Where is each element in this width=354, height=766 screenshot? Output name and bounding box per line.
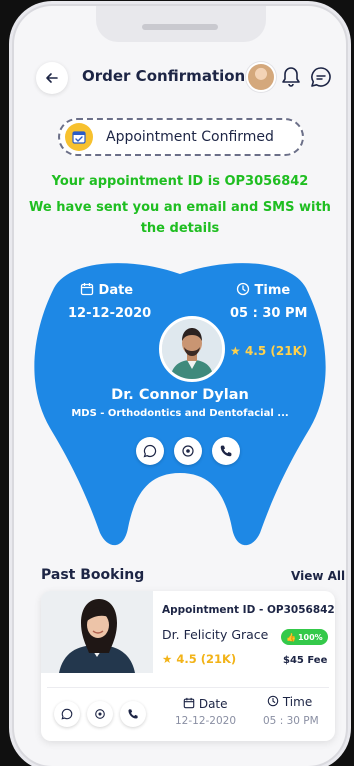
past-doctor-rating: ★ 4.5 (21K) <box>162 652 236 666</box>
doctor-name: Dr. Connor Dylan <box>111 387 249 403</box>
page-title: Order Confirmation <box>82 67 246 85</box>
chat-icon <box>61 708 73 720</box>
appointment-tooth-card <box>34 263 326 546</box>
star-icon: ★ <box>162 652 173 666</box>
calendar-icon <box>183 697 195 709</box>
past-message-button[interactable] <box>54 701 80 727</box>
doctor-rating-value: 4.5 (21K) <box>244 344 308 358</box>
clock-icon <box>236 282 250 296</box>
date-label: Date <box>98 283 134 298</box>
location-button[interactable] <box>174 437 202 465</box>
thumbs-up-icon: 👍 <box>286 632 296 642</box>
time-block: Time <box>236 282 290 298</box>
time-label: Time <box>254 283 291 298</box>
back-arrow-icon <box>46 73 58 83</box>
doctor-rating: ★ 4.5 (21K) <box>230 344 307 358</box>
past-date-value: 12-12-2020 <box>175 715 237 727</box>
past-time-label: Time <box>282 695 313 709</box>
verified-badge: 👍 100% <box>281 629 328 645</box>
phone-icon <box>220 445 232 457</box>
past-booking-card[interactable]: Appointment ID - OP3056842 Dr. Felicity … <box>41 591 335 741</box>
phone-frame: Order Confirmation Appointment Confirmed <box>14 6 346 766</box>
past-appointment-id: Appointment ID - OP3056842 <box>162 604 335 616</box>
time-value: 05 : 30 PM <box>230 306 308 321</box>
past-time-block: Time <box>267 695 312 709</box>
location-icon <box>182 445 194 457</box>
view-all-link[interactable]: View All <box>291 569 345 583</box>
date-value: 12-12-2020 <box>68 306 152 321</box>
notice-line-1: We have sent you an email and SMS with <box>29 200 331 215</box>
appointment-id-text: Your appointment ID is OP3056842 <box>51 174 309 189</box>
avatar[interactable] <box>248 64 274 90</box>
past-date-block: Date <box>183 697 228 711</box>
notification-button[interactable] <box>278 64 304 90</box>
date-block: Date <box>80 282 133 298</box>
appointment-confirmed-badge: Appointment Confirmed <box>58 118 304 156</box>
doctor-photo <box>159 316 225 382</box>
clock-icon <box>267 695 279 707</box>
past-call-button[interactable] <box>120 701 146 727</box>
calendar-check-icon <box>65 123 93 151</box>
phone-icon <box>128 709 138 719</box>
bell-icon <box>282 67 300 87</box>
past-doctor-name: Dr. Felicity Grace <box>162 627 269 642</box>
chat-button[interactable] <box>308 64 334 90</box>
past-doctor-rating-value: 4.5 (21K) <box>176 652 237 666</box>
doctor-specialty: MDS - Orthodontics and Dentofacial ... <box>71 408 289 419</box>
calendar-icon <box>80 283 94 296</box>
past-time-value: 05 : 30 PM <box>263 715 319 727</box>
consultation-fee: $45 Fee <box>283 655 328 666</box>
back-button[interactable] <box>36 62 68 94</box>
message-doctor-button[interactable] <box>136 437 164 465</box>
past-date-label: Date <box>198 697 228 711</box>
location-icon <box>95 709 105 719</box>
doctor-photo <box>41 591 153 673</box>
past-location-button[interactable] <box>87 701 113 727</box>
notice-line-2: the details <box>140 221 220 236</box>
chat-icon <box>143 444 157 458</box>
chat-icon <box>311 67 331 87</box>
divider <box>47 687 329 688</box>
confirmation-title: Appointment Confirmed <box>106 129 274 145</box>
verified-badge-value: 100% <box>297 632 323 642</box>
star-icon: ★ <box>230 344 241 358</box>
app-header: Order Confirmation <box>14 58 346 98</box>
call-button[interactable] <box>212 437 240 465</box>
speaker-bar <box>142 24 218 30</box>
past-booking-title: Past Booking <box>41 567 145 583</box>
